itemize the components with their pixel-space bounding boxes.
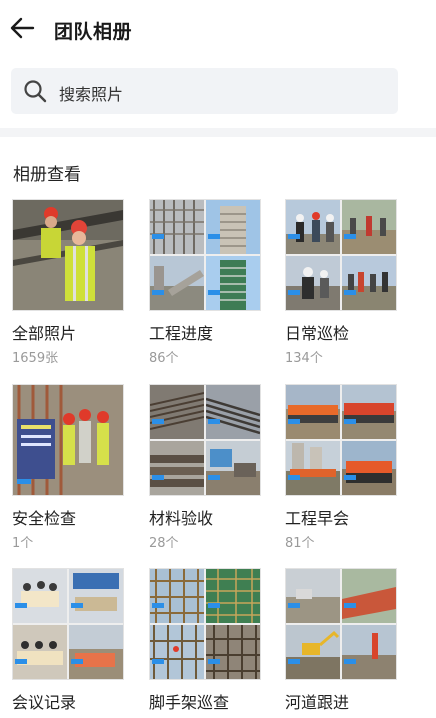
photo-riverbank [342, 569, 396, 623]
section-divider [0, 128, 436, 137]
album-meeting-records[interactable]: 会议记录 [12, 568, 124, 713]
album-thumbnail [12, 384, 124, 496]
photo-team [342, 256, 396, 310]
photo-scaffold-worker [150, 625, 204, 679]
album-all-photos[interactable]: 全部照片 1659张 [12, 199, 124, 366]
album-name: 安全检查 [12, 509, 77, 528]
photo-meeting-crowd [286, 385, 340, 439]
album-name: 工程早会 [285, 509, 350, 528]
album-name: 日常巡检 [285, 324, 350, 343]
photo-building [206, 200, 260, 254]
photo-scaffold [150, 200, 204, 254]
photo-river-works [286, 569, 340, 623]
team-album-page: 团队相册 搜索照片 相册查看 全部照片 1659张 工程进度 86个 日常巡检 … [0, 0, 436, 718]
album-thumbnail [12, 568, 124, 680]
album-project-progress[interactable]: 工程进度 86个 [149, 199, 261, 366]
photo-site-group [342, 200, 396, 254]
photo-meeting-yard [286, 441, 340, 495]
photo-rebar [150, 385, 204, 439]
album-thumbnail [285, 568, 397, 680]
search-placeholder: 搜索照片 [59, 85, 124, 104]
header: 团队相册 [0, 0, 436, 62]
page-title: 团队相册 [54, 21, 133, 43]
photo-site-view [150, 256, 204, 310]
album-thumbnail [149, 568, 261, 680]
album-count: 1659张 [12, 351, 59, 366]
album-daily-inspection[interactable]: 日常巡检 134个 [285, 199, 397, 366]
album-count: 1个 [12, 536, 34, 551]
album-name: 工程进度 [149, 324, 214, 343]
album-cover-image [13, 200, 123, 310]
photo-inspection [286, 256, 340, 310]
album-material-acceptance[interactable]: 材料验收 28个 [149, 384, 261, 551]
photo-briefing [69, 625, 123, 679]
photo-stacked-material [150, 441, 204, 495]
album-thumbnail [285, 384, 397, 496]
album-name: 材料验收 [149, 509, 214, 528]
photo-excavator [286, 625, 340, 679]
photo-meeting-line [342, 385, 396, 439]
photo-scaffold-structure [206, 625, 260, 679]
album-scaffold-patrol[interactable]: 脚手架巡查 [149, 568, 261, 713]
photo-table-meeting [13, 625, 67, 679]
album-river-follow-up[interactable]: 河道跟进 [285, 568, 397, 713]
section-title: 相册查看 [13, 165, 81, 185]
album-cover-image [13, 385, 123, 495]
album-thumbnail [149, 199, 261, 311]
album-thumbnail [12, 199, 124, 311]
photo-scaffold-frame [150, 569, 204, 623]
album-count: 134个 [285, 351, 323, 366]
album-name: 全部照片 [12, 324, 77, 343]
photo-meeting-group [342, 441, 396, 495]
album-name: 脚手架巡查 [149, 693, 230, 712]
photo-tower [206, 256, 260, 310]
album-morning-meeting[interactable]: 工程早会 81个 [285, 384, 397, 551]
photo-meeting-room [69, 569, 123, 623]
photo-scaffold-net [206, 569, 260, 623]
album-count: 28个 [149, 536, 179, 551]
photo-workers [286, 200, 340, 254]
album-thumbnail [149, 384, 261, 496]
album-safety-check[interactable]: 安全检查 1个 [12, 384, 124, 551]
photo-delivery [206, 441, 260, 495]
photo-steel-bars [206, 385, 260, 439]
album-count: 81个 [285, 536, 315, 551]
search-input[interactable]: 搜索照片 [11, 68, 398, 114]
arrow-left-icon[interactable] [8, 14, 36, 42]
album-count: 86个 [149, 351, 179, 366]
search-icon [24, 80, 47, 103]
album-thumbnail [285, 199, 397, 311]
album-name: 河道跟进 [285, 693, 350, 712]
photo-conference [13, 569, 67, 623]
photo-river-site [342, 625, 396, 679]
album-name: 会议记录 [12, 693, 77, 712]
